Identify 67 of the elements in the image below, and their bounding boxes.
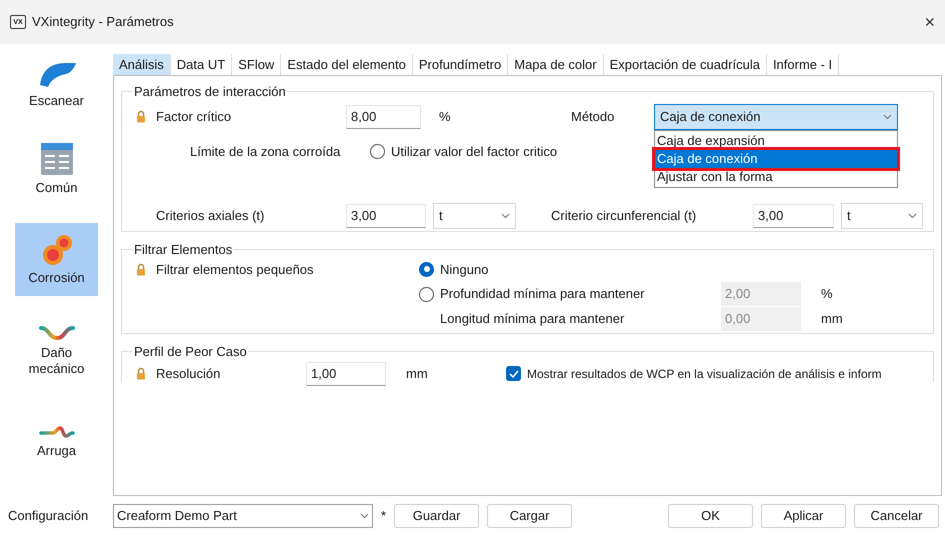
sidebar-item[interactable]: Daño mecánico bbox=[15, 314, 98, 388]
dialog-button[interactable]: Aplicar bbox=[761, 504, 846, 528]
input-field[interactable]: 3,00 bbox=[346, 204, 426, 228]
input-field[interactable]: 3,00 bbox=[753, 204, 834, 228]
field-label: Longitud mínima para mantener bbox=[440, 310, 626, 328]
sidebar-item[interactable]: Escanear bbox=[15, 54, 98, 114]
tab[interactable]: Análisis bbox=[113, 54, 171, 75]
tab[interactable]: Informe - I bbox=[766, 54, 840, 75]
chevron-icon bbox=[360, 512, 369, 518]
dropdown-option[interactable]: Ajustar con la forma bbox=[655, 168, 897, 186]
field-label: Factor crítico bbox=[156, 108, 232, 126]
field-label: Método bbox=[571, 108, 616, 126]
dropdown[interactable]: t bbox=[433, 203, 516, 229]
check-icon bbox=[508, 370, 518, 378]
chevron-icon bbox=[908, 213, 917, 219]
lock-icon bbox=[136, 367, 146, 380]
radio-label: Profundidad mínima para mantener bbox=[440, 285, 646, 304]
wrinkle-curve-icon bbox=[38, 424, 74, 438]
tab[interactable]: SFlow bbox=[232, 54, 282, 75]
unit-label: mm bbox=[821, 310, 843, 328]
checkbox[interactable] bbox=[506, 366, 521, 381]
field-label: Configuración bbox=[8, 506, 90, 525]
form-window-icon bbox=[40, 142, 74, 176]
radio-label: Ninguno bbox=[440, 260, 488, 279]
field-label: Criterios axiales (t) bbox=[156, 207, 266, 226]
tab[interactable]: Estado del elemento bbox=[281, 54, 413, 75]
modified-mark: * bbox=[381, 506, 386, 525]
checkbox-label: Mostrar resultados de WCP en la visualización de análisis e inform bbox=[527, 366, 882, 382]
tab[interactable]: Exportación de cuadrícula bbox=[604, 54, 767, 75]
dent-curve-icon bbox=[38, 324, 74, 341]
lock-icon bbox=[136, 262, 146, 276]
dropdown-option[interactable]: Caja de expansión bbox=[655, 132, 897, 150]
group-title: Perfil de Peor Caso bbox=[133, 343, 248, 361]
action-button[interactable]: Guardar bbox=[394, 504, 480, 528]
sidebar-item[interactable]: Corrosión bbox=[15, 223, 98, 296]
group-title: Filtrar Elementos bbox=[133, 241, 234, 259]
radio-button[interactable] bbox=[419, 262, 434, 277]
sidebar-item[interactable]: Arruga bbox=[15, 405, 98, 478]
action-button[interactable]: Cargar bbox=[487, 504, 572, 528]
unit-label: % bbox=[439, 108, 452, 126]
dropdown[interactable]: Caja de conexión bbox=[654, 104, 898, 130]
group-title: Parámetros de interacción bbox=[133, 83, 287, 101]
dialog-button[interactable]: OK bbox=[668, 504, 753, 528]
field-label: Filtrar elementos pequeños bbox=[156, 260, 315, 279]
unit-label: % bbox=[821, 285, 833, 304]
tab[interactable]: Mapa de color bbox=[508, 54, 604, 75]
radio-button[interactable] bbox=[370, 144, 385, 159]
field-label: Límite de la zona corroída bbox=[190, 142, 342, 160]
field-label: Criterio circunferencial (t) bbox=[551, 207, 698, 226]
corrosion-blob-icon bbox=[40, 234, 72, 266]
input-field[interactable]: 8,00 bbox=[346, 104, 421, 128]
sidebar-item[interactable]: Común bbox=[15, 132, 98, 206]
tab[interactable]: Data UT bbox=[170, 54, 232, 75]
tab[interactable]: Profundímetro bbox=[412, 54, 508, 75]
chevron-icon bbox=[883, 114, 892, 120]
window-title: VXintegrity - Parámetros bbox=[32, 13, 174, 32]
dialog-button[interactable]: Cancelar bbox=[854, 504, 939, 528]
lock-icon bbox=[136, 110, 146, 123]
field-label: Resolución bbox=[156, 364, 222, 383]
dropdown[interactable]: t bbox=[841, 203, 923, 229]
unit-label: mm bbox=[406, 364, 429, 383]
dropdown-option[interactable]: Caja de conexión bbox=[655, 150, 897, 168]
chevron-icon bbox=[501, 213, 510, 219]
radio-label: Utilizar valor del factor critico bbox=[391, 142, 558, 160]
config-dropdown[interactable]: Creaform Demo Part bbox=[113, 504, 373, 528]
close-button[interactable]: × bbox=[920, 8, 939, 36]
input-field[interactable]: 1,00 bbox=[306, 362, 386, 386]
